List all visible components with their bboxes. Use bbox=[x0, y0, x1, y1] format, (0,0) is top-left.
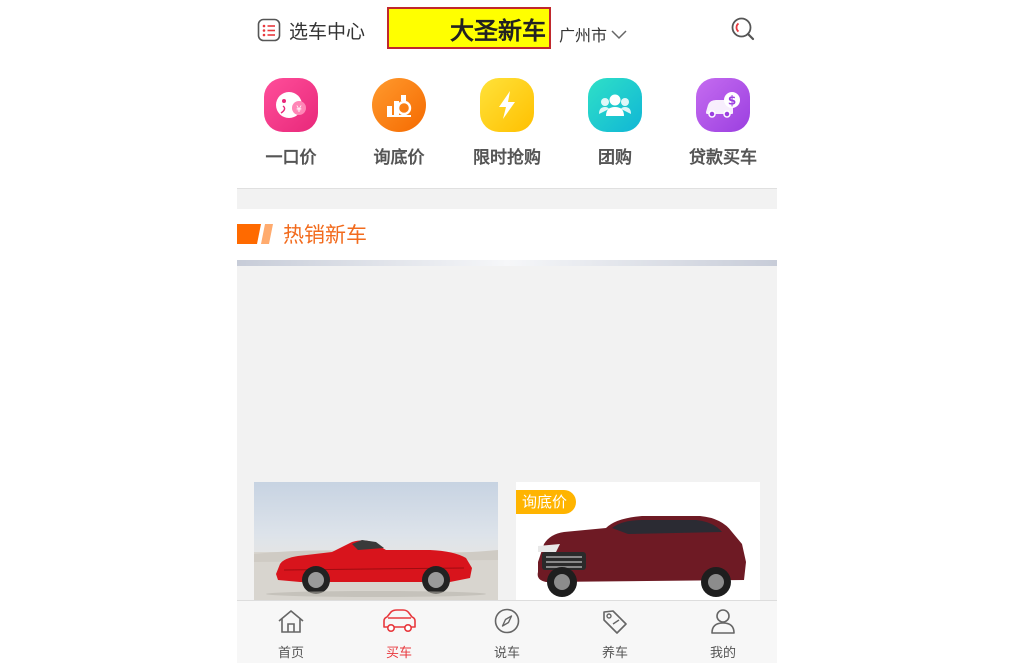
entry-fixed-price[interactable]: ¥ 一口价 bbox=[237, 78, 345, 178]
section-title: 热销新车 bbox=[283, 223, 367, 247]
tag-icon bbox=[600, 608, 630, 638]
svg-text:¥: ¥ bbox=[296, 105, 302, 115]
city-selector[interactable]: 广州市 bbox=[559, 22, 627, 46]
entry-loan-car[interactable]: $ 贷款买车 bbox=[669, 78, 777, 178]
entry-label: 限时抢购 bbox=[473, 148, 541, 168]
top-header: 选车中心 大圣新车 广州市 bbox=[237, 0, 777, 62]
tab-label: 养车 bbox=[601, 646, 628, 661]
entry-group-buy[interactable]: 团购 bbox=[561, 78, 669, 178]
app-screen: 选车中心 大圣新车 广州市 ¥ 一口价 询底价 限时抢购 团购 $ 贷款买车 热… bbox=[237, 0, 777, 663]
car-icon bbox=[381, 608, 417, 638]
entry-label: 一口价 bbox=[265, 148, 317, 168]
tab-mine[interactable]: 我的 bbox=[669, 601, 777, 663]
entry-ask-price[interactable]: 询底价 bbox=[345, 78, 453, 178]
red-convertible-car-image bbox=[254, 540, 498, 600]
entry-label: 询底价 bbox=[373, 148, 425, 168]
tab-label: 我的 bbox=[709, 646, 736, 661]
select-center-label: 选车中心 bbox=[289, 20, 366, 43]
compass-icon bbox=[492, 608, 522, 638]
tab-label: 买车 bbox=[385, 646, 412, 661]
car-card-suv[interactable]: 询底价 bbox=[516, 482, 760, 600]
tab-car-care[interactable]: 养车 bbox=[561, 601, 669, 663]
loan-car-icon: $ bbox=[696, 78, 750, 132]
select-center-button[interactable]: 选车中心 bbox=[257, 14, 365, 46]
list-icon bbox=[257, 18, 281, 42]
search-button[interactable] bbox=[729, 15, 757, 43]
quick-entries: ¥ 一口价 询底价 限时抢购 团购 $ 贷款买车 bbox=[237, 78, 777, 178]
user-icon bbox=[708, 608, 738, 638]
entry-label: 贷款买车 bbox=[689, 148, 757, 168]
flash-sale-icon bbox=[480, 78, 534, 132]
section-header: 热销新车 bbox=[237, 216, 367, 252]
tab-home[interactable]: 首页 bbox=[237, 601, 345, 663]
tab-buy-car[interactable]: 买车 bbox=[345, 601, 453, 663]
fixed-price-icon: ¥ bbox=[264, 78, 318, 132]
home-icon bbox=[276, 608, 306, 638]
brand-name: 大圣新车 bbox=[450, 16, 546, 45]
ask-price-badge: 询底价 bbox=[516, 490, 577, 514]
section-bars-icon bbox=[237, 224, 279, 244]
svg-text:$: $ bbox=[728, 94, 736, 108]
car-card-convertible[interactable] bbox=[254, 482, 498, 600]
tab-label: 说车 bbox=[493, 646, 520, 661]
banner-fade bbox=[237, 260, 777, 266]
tab-label: 首页 bbox=[277, 646, 304, 661]
entry-flash-sale[interactable]: 限时抢购 bbox=[453, 78, 561, 178]
chevron-down-icon bbox=[611, 25, 627, 44]
tab-talk-car[interactable]: 说车 bbox=[453, 601, 561, 663]
bottom-tab-bar: 首页 买车 说车 养车 我的 bbox=[237, 600, 777, 663]
search-icon bbox=[729, 17, 757, 47]
entry-label: 团购 bbox=[598, 148, 632, 168]
section-divider bbox=[237, 188, 777, 209]
city-label: 广州市 bbox=[559, 26, 608, 45]
ask-price-icon bbox=[372, 78, 426, 132]
group-buy-icon bbox=[588, 78, 642, 132]
brand-title: 大圣新车 bbox=[387, 7, 551, 49]
